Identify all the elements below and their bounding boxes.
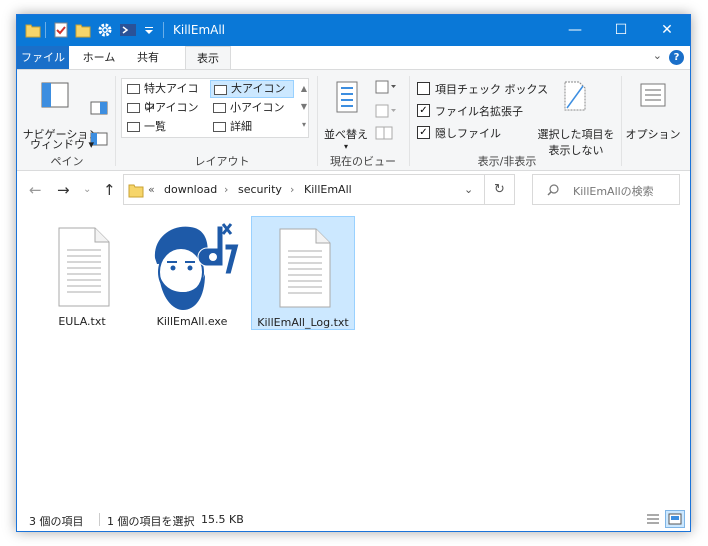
hidden-items-label: 隠しファイル <box>435 127 501 140</box>
close-button[interactable]: ✕ <box>644 15 690 46</box>
properties-icon[interactable] <box>53 22 69 38</box>
small-icons-icon <box>213 103 226 113</box>
file-item-eula[interactable]: EULA.txt <box>31 216 135 330</box>
toolbar-divider <box>45 22 46 38</box>
search-input[interactable]: KillEmAllの検索 <box>532 174 680 205</box>
group-by-icon[interactable] <box>375 80 397 94</box>
maximize-button[interactable]: ☐ <box>598 15 644 46</box>
gear-icon[interactable] <box>97 22 113 38</box>
medium-icons-icon <box>127 103 140 113</box>
powershell-icon[interactable] <box>119 22 137 38</box>
file-list: EULA.txt KillEmAll.exe KillEmAll_Log.txt <box>17 208 690 508</box>
details-view-icon <box>213 122 226 132</box>
layout-extra-large-icons[interactable]: 特大アイコン <box>124 80 208 113</box>
ribbon: ナビゲーション ウィンドウ ▾ ペイン 特大アイコン 大アイコン 中アイコン 小… <box>17 69 690 171</box>
file-name: KillEmAll.exe <box>156 315 228 328</box>
chevron-down-icon: ▾ <box>343 142 348 151</box>
layout-small-icons[interactable]: 小アイコン <box>210 99 294 117</box>
file-item-killemall-log[interactable]: KillEmAll_Log.txt <box>251 216 355 330</box>
pane-group-label: ペイン <box>50 155 84 168</box>
breadcrumb-separator-icon[interactable]: › <box>290 183 294 196</box>
hide-selected-label-1[interactable]: 選択した項目を <box>533 128 619 142</box>
layout-medium-icons[interactable]: 中アイコン <box>124 99 208 117</box>
show-hide-group-label: 表示/非表示 <box>477 155 537 168</box>
large-icons-icon <box>214 85 227 95</box>
layout-gallery: 特大アイコン 大アイコン 中アイコン 小アイコン 一覧 詳細 <box>121 78 309 138</box>
file-extensions-checkbox[interactable]: ✓ <box>417 104 430 117</box>
customize-toolbar-icon[interactable] <box>143 22 155 38</box>
selection-count: 1 個の項目を選択 <box>107 515 195 528</box>
ribbon-separator <box>115 76 116 166</box>
layout-scroll[interactable]: ▲ ▼ ▾ <box>298 80 310 136</box>
ribbon-separator <box>317 76 318 166</box>
search-placeholder: KillEmAllの検索 <box>573 185 654 198</box>
file-name: KillEmAll_Log.txt <box>257 316 349 329</box>
ribbon-separator <box>409 76 410 166</box>
ribbon-separator <box>621 76 622 166</box>
title-bar: KillEmAll — ☐ ✕ <box>17 15 690 46</box>
ribbon-tabs: ファイル ホーム 共有 表示 ⌄ ? <box>17 46 690 69</box>
details-view-icon <box>647 514 659 524</box>
breadcrumb-download[interactable]: download <box>164 183 217 196</box>
toolbar-divider <box>163 22 164 38</box>
recent-locations-icon[interactable]: ⌄ <box>83 184 91 195</box>
file-extensions-label: ファイル名拡張子 <box>435 105 523 118</box>
address-bar[interactable]: « download › security › KillEmAll ⌄ <box>123 174 485 205</box>
folder-icon[interactable] <box>25 22 41 38</box>
item-count: 3 個の項目 <box>29 515 84 528</box>
layout-group-label: レイアウト <box>194 155 250 168</box>
chevron-down-icon[interactable]: ⌄ <box>653 49 662 62</box>
layout-list[interactable]: 一覧 <box>124 118 208 136</box>
item-checkboxes-checkbox[interactable] <box>417 82 430 95</box>
breadcrumb-separator-icon[interactable]: › <box>224 183 228 196</box>
current-view-group-label: 現在のビュー <box>330 155 396 168</box>
text-file-icon <box>58 227 110 307</box>
large-icons-view-icon <box>668 513 682 525</box>
nav-pane-label-2[interactable]: ウィンドウ ▾ <box>27 136 97 152</box>
options-button[interactable]: オプション <box>625 128 681 142</box>
sort-by-icon[interactable] <box>333 80 361 114</box>
forward-arrow-icon[interactable]: → <box>57 181 70 199</box>
item-checkboxes-label: 項目チェック ボックス <box>435 83 549 96</box>
tab-share[interactable]: 共有 <box>129 46 167 69</box>
minimize-button[interactable]: — <box>552 15 598 46</box>
breadcrumb-killemall[interactable]: KillEmAll <box>304 183 352 196</box>
size-columns-icon <box>375 126 393 140</box>
file-item-killemall-exe[interactable]: KillEmAll.exe <box>141 216 245 330</box>
explorer-window: KillEmAll — ☐ ✕ ファイル ホーム 共有 表示 ⌄ ? ナビゲーシ… <box>16 14 691 532</box>
preview-pane-icon[interactable] <box>90 101 108 115</box>
extra-large-icons-icon <box>127 84 140 94</box>
search-icon <box>547 184 559 196</box>
navigation-pane-icon[interactable] <box>41 82 69 108</box>
breadcrumb-security[interactable]: security <box>238 183 282 196</box>
file-name: EULA.txt <box>58 315 106 328</box>
text-file-icon <box>279 228 331 308</box>
tab-home[interactable]: ホーム <box>77 46 121 69</box>
hide-selected-icon[interactable] <box>563 80 587 112</box>
tab-view[interactable]: 表示 <box>185 46 231 69</box>
status-divider <box>99 513 100 526</box>
add-columns-icon <box>375 104 396 118</box>
new-folder-icon[interactable] <box>75 22 91 38</box>
folder-icon <box>128 184 144 198</box>
back-arrow-icon[interactable]: ← <box>29 181 42 199</box>
selection-size: 15.5 KB <box>201 513 244 526</box>
killemall-app-icon <box>154 223 240 310</box>
chevron-down-icon[interactable]: ⌄ <box>464 183 473 196</box>
details-view-button[interactable] <box>643 510 663 528</box>
tab-file[interactable]: ファイル <box>17 46 69 69</box>
hidden-items-checkbox[interactable]: ✓ <box>417 126 430 139</box>
status-bar: 3 個の項目 1 個の項目を選択 15.5 KB <box>17 508 690 531</box>
options-icon[interactable] <box>639 82 667 108</box>
refresh-button[interactable]: ↻ <box>485 174 515 205</box>
up-arrow-icon[interactable]: ↑ <box>103 181 116 199</box>
navigation-bar: ← → ⌄ ↑ « download › security › KillEmAl… <box>17 172 690 208</box>
list-view-icon <box>127 122 140 132</box>
breadcrumb-overflow[interactable]: « <box>148 183 155 196</box>
help-icon[interactable]: ? <box>669 50 684 65</box>
window-title: KillEmAll <box>173 23 226 37</box>
layout-details[interactable]: 詳細 <box>210 118 294 136</box>
layout-large-icons[interactable]: 大アイコン <box>210 80 294 98</box>
large-icons-view-button[interactable] <box>665 510 685 528</box>
